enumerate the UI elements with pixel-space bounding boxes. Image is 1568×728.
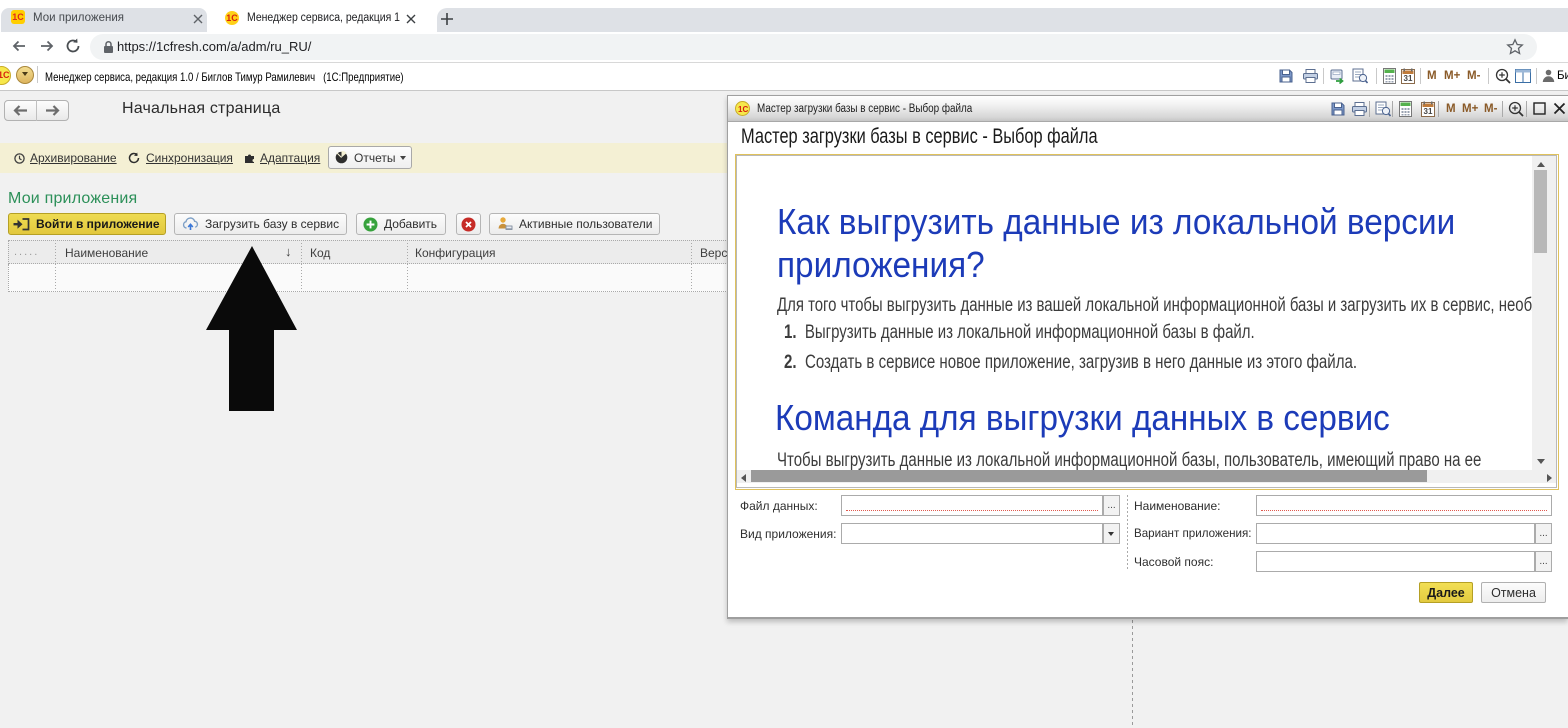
svg-text:31: 31: [1404, 74, 1413, 83]
svg-text:31: 31: [1424, 107, 1433, 116]
